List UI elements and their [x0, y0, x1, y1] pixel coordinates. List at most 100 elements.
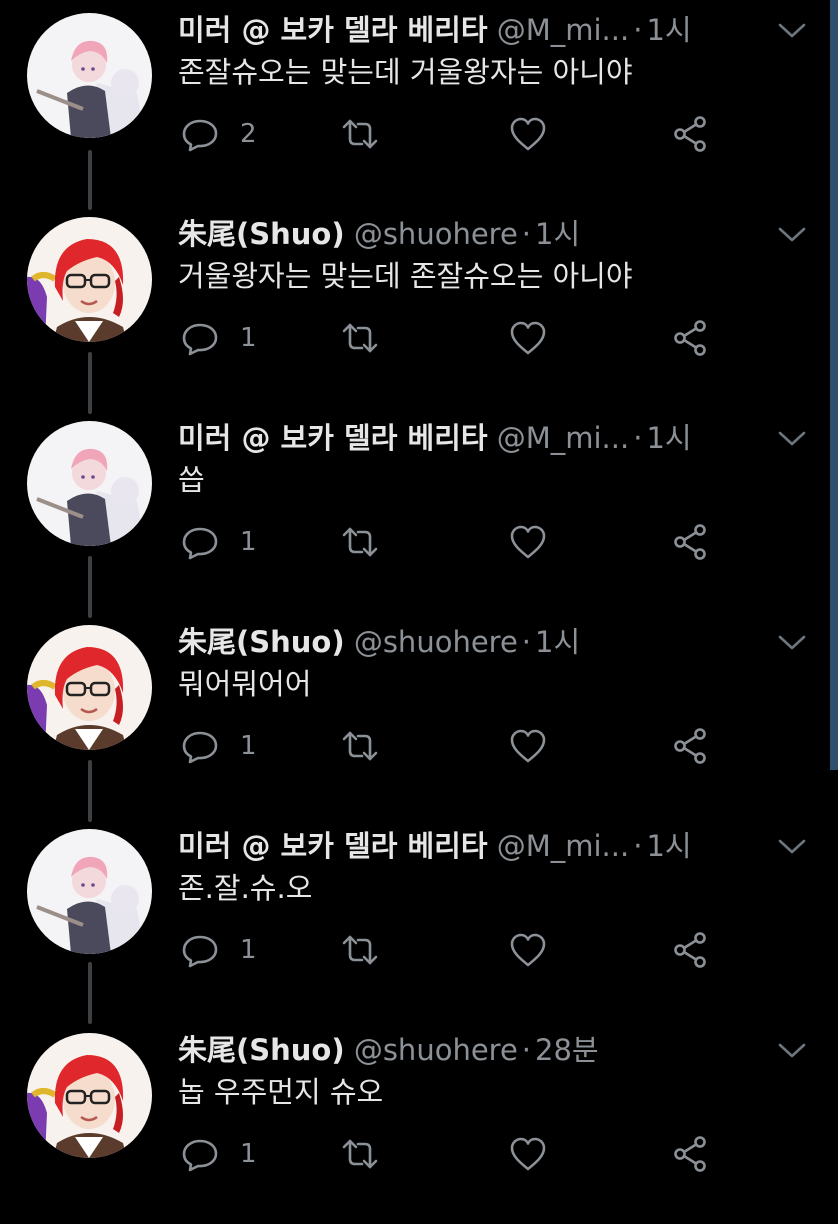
timestamp[interactable]: 28분 [535, 1033, 599, 1067]
retweet-icon [340, 522, 380, 562]
timestamp[interactable]: 1시 [535, 625, 580, 659]
display-name[interactable]: 미러 @ 보카 델라 베리타 [178, 13, 488, 47]
share-button[interactable] [670, 726, 710, 766]
share-icon [670, 1134, 710, 1174]
reply-icon [180, 522, 220, 562]
reply-button[interactable]: 1 [180, 318, 257, 358]
share-icon [670, 522, 710, 562]
tweet-header: 朱尾(Shuo) @shuohere · 1시 [178, 622, 580, 662]
share-button[interactable] [670, 1134, 710, 1174]
reply-button[interactable]: 1 [180, 522, 257, 562]
user-handle[interactable]: @shuohere [354, 217, 518, 251]
user-handle[interactable]: @shuohere [354, 1033, 518, 1067]
tweet-text: 씁 [178, 463, 205, 497]
heart-icon [508, 318, 548, 358]
tweet-header: 朱尾(Shuo) @shuohere · 28분 [178, 1030, 599, 1070]
avatar[interactable] [27, 13, 152, 138]
display-name[interactable]: 미러 @ 보카 델라 베리타 [178, 421, 488, 455]
share-button[interactable] [670, 318, 710, 358]
tweet[interactable]: 미러 @ 보카 델라 베리타 @M_mi... · 1시 존잘슈오는 맞는데 거울왕자… [0, 0, 838, 204]
display-name[interactable]: 朱尾(Shuo) [178, 217, 345, 251]
tweet-text: 뭐어뭐어어 [178, 667, 312, 701]
tweet-header: 朱尾(Shuo) @shuohere · 1시 [178, 214, 580, 254]
tweet[interactable]: 미러 @ 보카 델라 베리타 @M_mi... · 1시씁 1 [0, 408, 838, 612]
share-button[interactable] [670, 522, 710, 562]
tweet[interactable]: 朱尾(Shuo) @shuohere · 1시뭐어뭐어어 1 [0, 612, 838, 816]
chevron-down-icon[interactable] [778, 634, 806, 652]
like-button[interactable] [508, 522, 548, 562]
chevron-down-icon[interactable] [778, 22, 806, 40]
chevron-down-icon[interactable] [778, 226, 806, 244]
retweet-icon [340, 930, 380, 970]
retweet-icon [340, 1134, 380, 1174]
reply-button[interactable]: 2 [180, 114, 257, 154]
heart-icon [508, 930, 548, 970]
chevron-down-icon[interactable] [778, 430, 806, 448]
tweet[interactable]: 朱尾(Shuo) @shuohere · 1시 거울왕자는 맞는데 존잘슈오는 아니야… [0, 204, 838, 408]
user-handle[interactable]: @shuohere [354, 625, 518, 659]
retweet-button[interactable] [340, 114, 380, 154]
separator-dot: · [521, 1033, 532, 1067]
display-name[interactable]: 朱尾(Shuo) [178, 625, 345, 659]
separator-dot: · [633, 13, 643, 47]
timestamp[interactable]: 1시 [646, 421, 691, 455]
timestamp[interactable]: 1시 [535, 217, 580, 251]
avatar[interactable] [27, 829, 152, 954]
user-handle[interactable]: @M_mi... [497, 13, 629, 47]
timestamp[interactable]: 1시 [646, 829, 691, 863]
tweet-actions: 1 [180, 318, 720, 358]
tweet-actions: 1 [180, 930, 720, 970]
tweet-header: 미러 @ 보카 델라 베리타 @M_mi... · 1시 [178, 826, 692, 866]
share-icon [670, 726, 710, 766]
heart-icon [508, 522, 548, 562]
like-button[interactable] [508, 318, 548, 358]
reply-button[interactable]: 1 [180, 726, 257, 766]
heart-icon [508, 114, 548, 154]
tweet[interactable]: 朱尾(Shuo) @shuohere · 28분놉 우주먼지 슈오 1 [0, 1020, 838, 1224]
retweet-icon [340, 318, 380, 358]
user-handle[interactable]: @M_mi... [497, 829, 629, 863]
avatar[interactable] [27, 1033, 152, 1158]
retweet-icon [340, 114, 380, 154]
reply-count: 1 [240, 323, 257, 353]
timestamp[interactable]: 1시 [646, 13, 691, 47]
separator-dot: · [521, 625, 532, 659]
like-button[interactable] [508, 726, 548, 766]
reply-button[interactable]: 1 [180, 1134, 257, 1174]
like-button[interactable] [508, 1134, 548, 1174]
separator-dot: · [633, 829, 643, 863]
retweet-button[interactable] [340, 726, 380, 766]
user-handle[interactable]: @M_mi... [497, 421, 629, 455]
reply-button[interactable]: 1 [180, 930, 257, 970]
tweet[interactable]: 미러 @ 보카 델라 베리타 @M_mi... · 1시 존.잘.슈.오 1 [0, 816, 838, 1020]
retweet-button[interactable] [340, 1134, 380, 1174]
share-button[interactable] [670, 930, 710, 970]
reply-icon [180, 318, 220, 358]
chevron-down-icon[interactable] [778, 1042, 806, 1060]
tweet-actions: 1 [180, 522, 720, 562]
share-icon [670, 114, 710, 154]
heart-icon [508, 1134, 548, 1174]
reply-count: 1 [240, 527, 257, 557]
separator-dot: · [521, 217, 532, 251]
reply-icon [180, 1134, 220, 1174]
share-icon [670, 930, 710, 970]
like-button[interactable] [508, 114, 548, 154]
share-button[interactable] [670, 114, 710, 154]
display-name[interactable]: 미러 @ 보카 델라 베리타 [178, 829, 488, 863]
tweet-text: 놉 우주먼지 슈오 [178, 1075, 384, 1109]
avatar[interactable] [27, 421, 152, 546]
like-button[interactable] [508, 930, 548, 970]
reply-count: 1 [240, 731, 257, 761]
retweet-button[interactable] [340, 318, 380, 358]
avatar[interactable] [27, 217, 152, 342]
display-name[interactable]: 朱尾(Shuo) [178, 1033, 345, 1067]
reply-count: 1 [240, 935, 257, 965]
chevron-down-icon[interactable] [778, 838, 806, 856]
tweet-actions: 1 [180, 726, 720, 766]
separator-dot: · [633, 421, 643, 455]
avatar[interactable] [27, 625, 152, 750]
retweet-button[interactable] [340, 522, 380, 562]
reply-icon [180, 114, 220, 154]
retweet-button[interactable] [340, 930, 380, 970]
